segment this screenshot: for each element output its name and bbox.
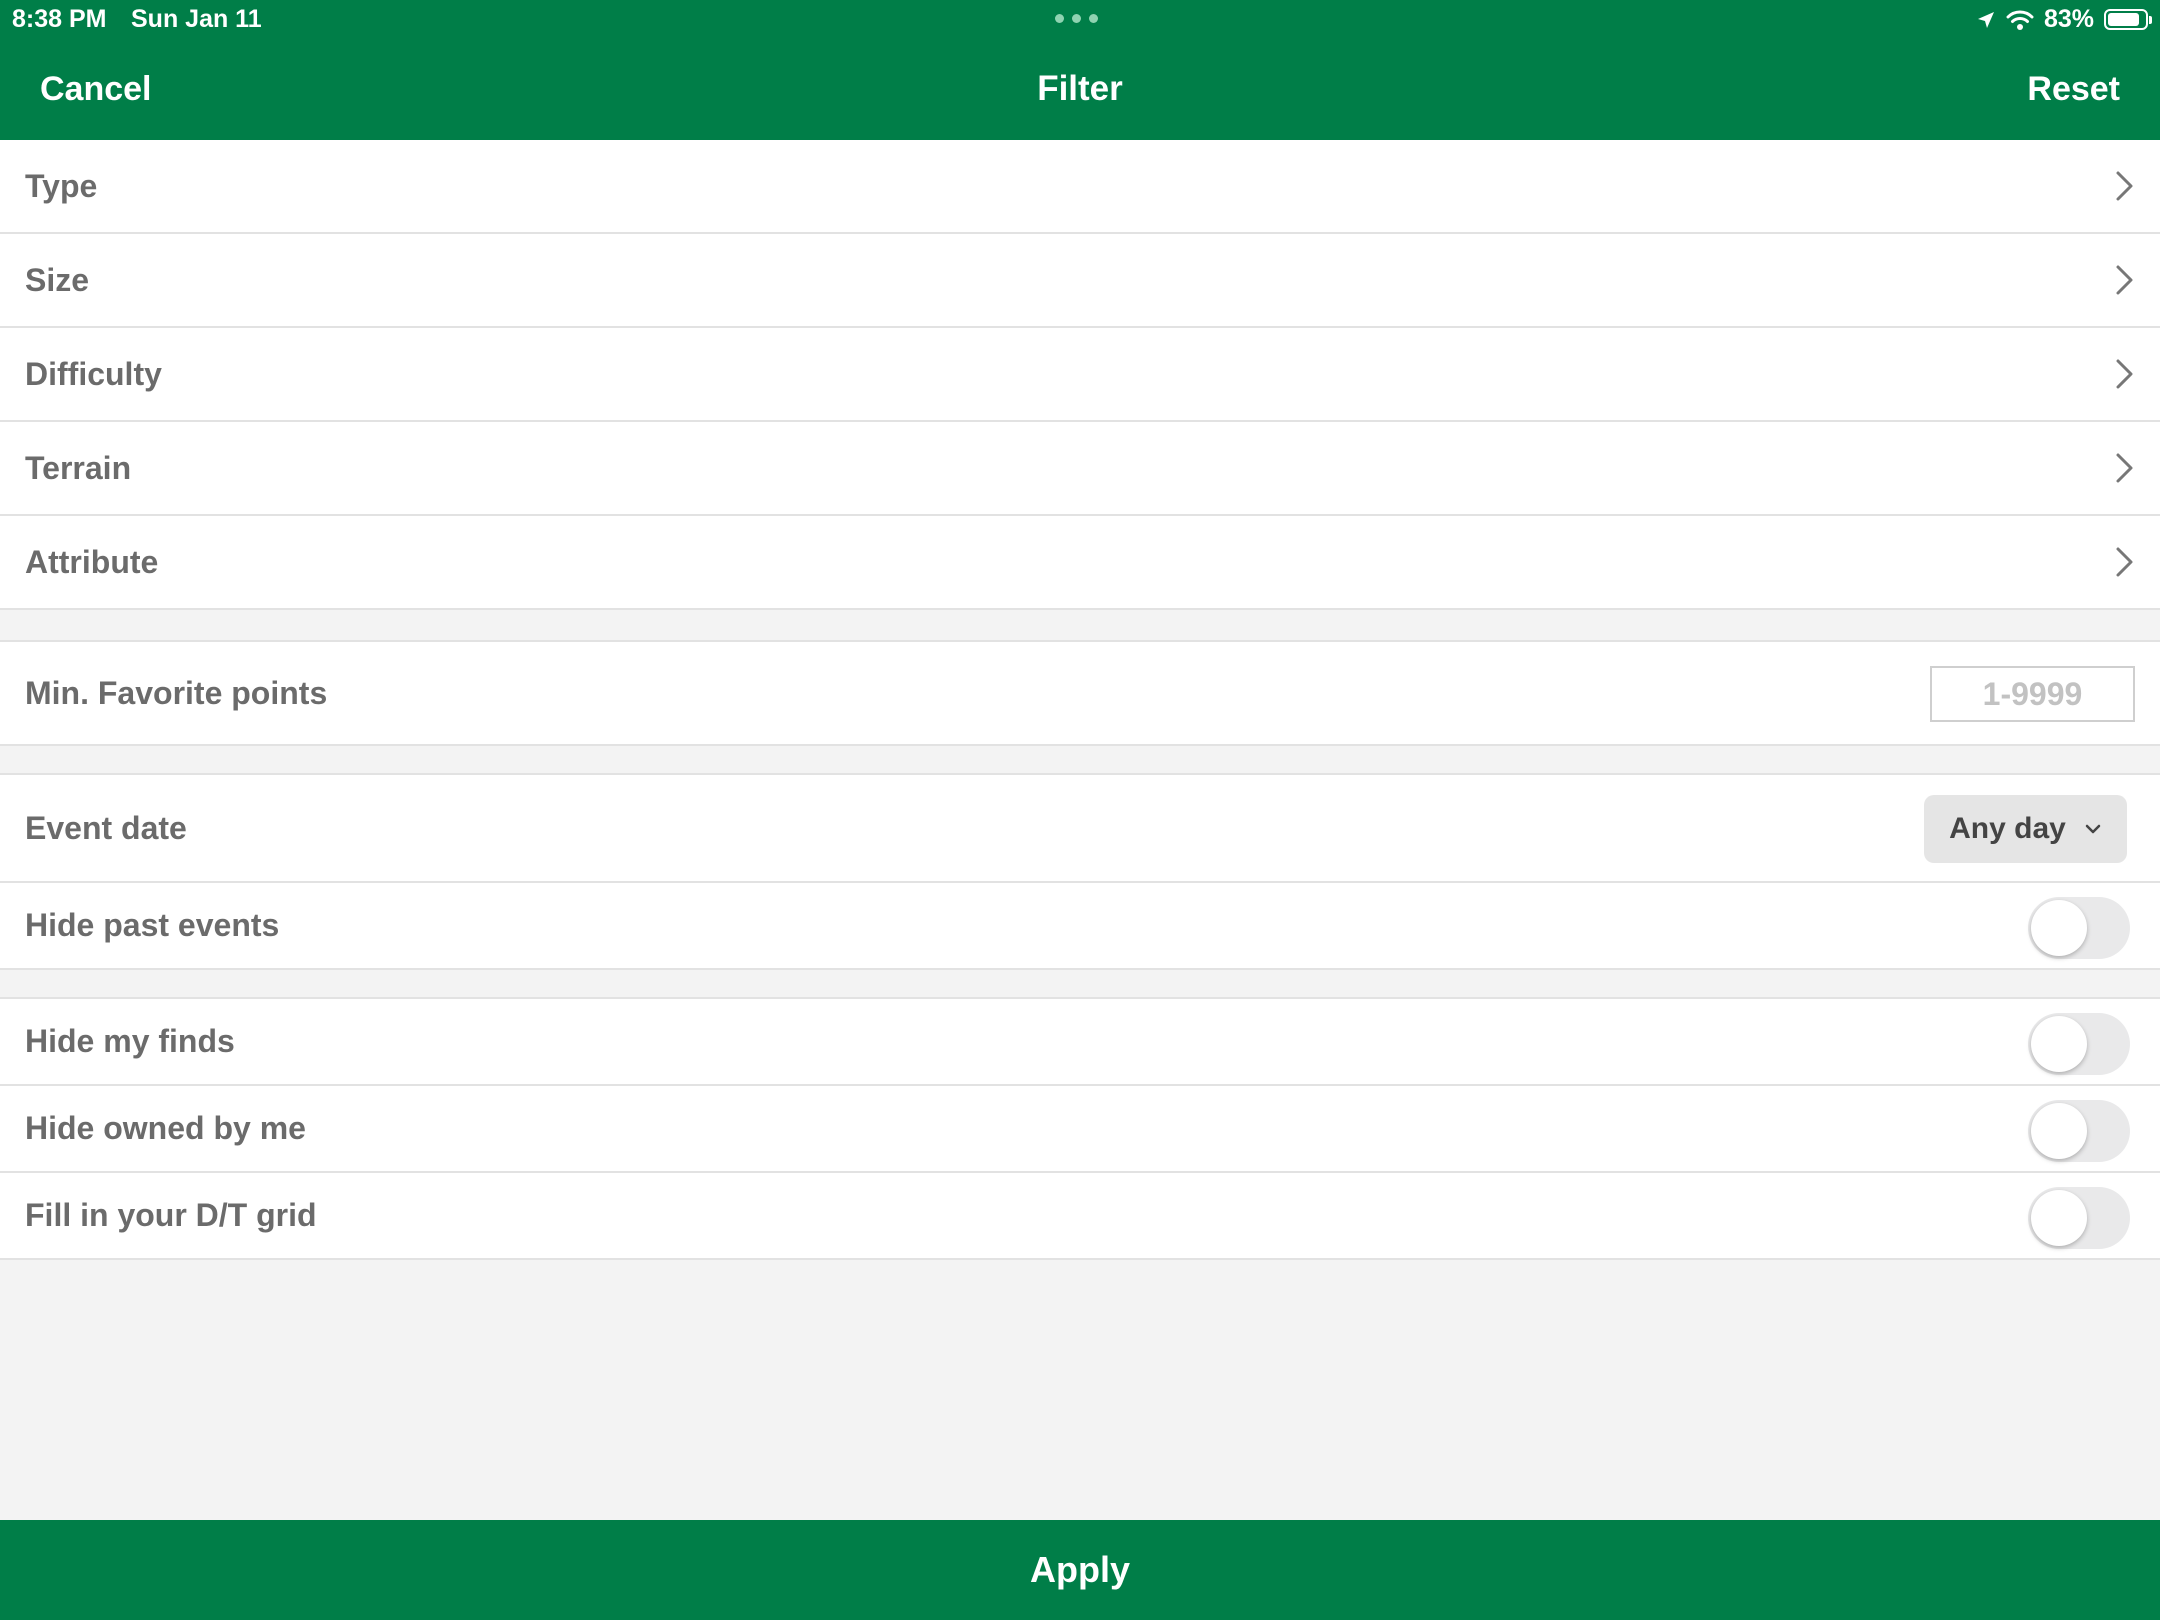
wifi-icon	[2006, 10, 2034, 30]
status-date: Sun Jan 11	[131, 5, 262, 33]
status-time: 8:38 PM	[12, 5, 107, 33]
hide-past-events-label: Hide past events	[25, 907, 280, 943]
hide-owned-toggle[interactable]	[2028, 1100, 2130, 1162]
multitasking-dots-icon[interactable]	[1055, 14, 1098, 23]
event-date-dropdown[interactable]: Any day	[1924, 795, 2127, 863]
favorite-points-section: Min. Favorite points	[0, 640, 2160, 746]
favorite-points-input[interactable]	[1930, 666, 2135, 722]
hide-my-finds-label: Hide my finds	[25, 1023, 235, 1059]
hide-my-finds-toggle[interactable]	[2028, 1013, 2130, 1075]
nav-bar: Cancel Filter Reset	[0, 40, 2160, 140]
apply-button[interactable]: Apply	[0, 1520, 2160, 1620]
status-indicators: 83%	[1976, 5, 2152, 34]
filter-row-attribute[interactable]: Attribute	[0, 516, 2160, 610]
chevron-right-icon	[2116, 171, 2133, 201]
chevron-right-icon	[2116, 547, 2133, 577]
filter-row-type[interactable]: Type	[0, 140, 2160, 234]
filter-row-size[interactable]: Size	[0, 234, 2160, 328]
chevron-right-icon	[2116, 265, 2133, 295]
status-bar: 8:38 PM Sun Jan 11 83%	[0, 0, 2160, 40]
dt-grid-row: Fill in your D/T grid	[0, 1173, 2160, 1260]
filter-row-label: Attribute	[25, 543, 159, 580]
filter-row-terrain[interactable]: Terrain	[0, 422, 2160, 516]
location-icon	[1977, 11, 1994, 28]
filter-row-label: Difficulty	[25, 355, 162, 392]
filter-row-label: Size	[25, 261, 90, 298]
reset-button[interactable]: Reset	[2027, 70, 2120, 109]
chevron-down-icon	[2085, 824, 2101, 834]
filter-row-difficulty[interactable]: Difficulty	[0, 328, 2160, 422]
chevron-right-icon	[2116, 453, 2133, 483]
event-date-label: Event date	[25, 809, 187, 846]
dt-grid-label: Fill in your D/T grid	[25, 1197, 317, 1233]
dt-grid-toggle[interactable]	[2028, 1187, 2130, 1249]
hide-my-finds-row: Hide my finds	[0, 999, 2160, 1086]
hide-owned-row: Hide owned by me	[0, 1086, 2160, 1173]
filter-category-list: Type Size Difficulty Terrain Attribute	[0, 140, 2160, 610]
hide-owned-label: Hide owned by me	[25, 1110, 306, 1146]
chevron-right-icon	[2116, 359, 2133, 389]
event-section: Event date Any day Hide past events	[0, 773, 2160, 970]
battery-percent: 83%	[2043, 5, 2094, 33]
hide-past-events-row: Hide past events	[0, 883, 2160, 970]
favorite-points-label: Min. Favorite points	[25, 674, 328, 711]
filter-row-label: Type	[25, 167, 98, 204]
favorite-points-row: Min. Favorite points	[0, 640, 2160, 746]
personal-section: Hide my finds Hide owned by me Fill in y…	[0, 997, 2160, 1260]
hide-past-events-toggle[interactable]	[2028, 897, 2130, 959]
battery-icon	[2104, 9, 2152, 30]
page-title: Filter	[1037, 69, 1123, 108]
event-date-row: Event date Any day	[0, 773, 2160, 883]
filter-row-label: Terrain	[25, 449, 132, 486]
event-date-value: Any day	[1949, 812, 2066, 845]
